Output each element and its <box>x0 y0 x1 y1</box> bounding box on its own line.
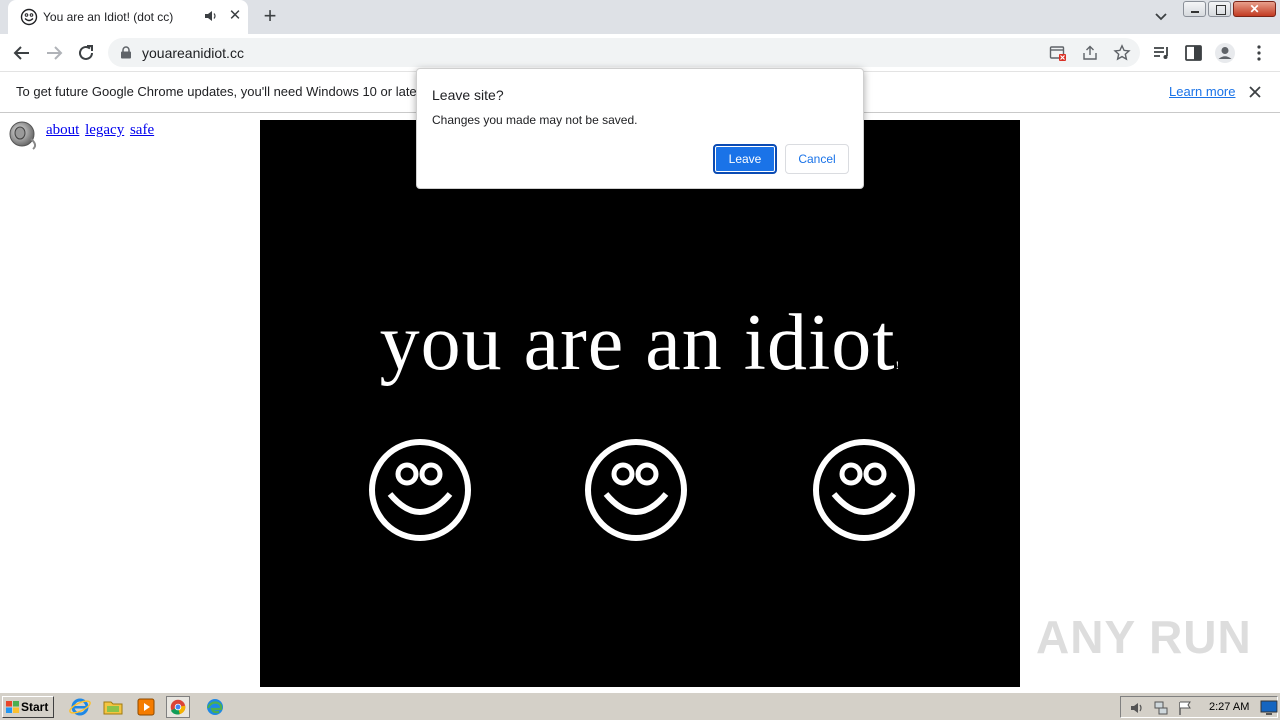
windows-logo-icon <box>6 701 19 713</box>
popup-blocked-icon[interactable] <box>1049 44 1067 62</box>
smiley-icon <box>369 439 471 541</box>
start-button[interactable]: Start <box>2 696 54 718</box>
window-minimize-button[interactable] <box>1183 1 1206 17</box>
smiley-icon <box>585 439 687 541</box>
flag-icon[interactable] <box>1177 700 1193 716</box>
page-content: about legacy safe you are an idiot! <box>0 114 1280 692</box>
learn-more-link[interactable]: Learn more <box>1169 84 1235 99</box>
tab-title: You are an Idiot! (dot cc) <box>43 10 174 24</box>
idiot-animation[interactable]: you are an idiot! <box>260 120 1020 687</box>
system-tray <box>1120 696 1278 718</box>
profile-avatar-icon[interactable] <box>1214 42 1236 64</box>
cancel-button[interactable]: Cancel <box>785 144 849 174</box>
headline-suffix: ! <box>895 358 901 372</box>
lock-icon[interactable] <box>120 46 132 59</box>
media-player-icon[interactable] <box>134 696 158 718</box>
dialog-message: Changes you made may not be saved. <box>432 113 638 127</box>
headline-text: you are an idiot <box>379 299 896 387</box>
file-explorer-icon[interactable] <box>101 696 125 718</box>
tab-close-icon[interactable]: ✕ <box>227 8 243 24</box>
speaker-icon[interactable] <box>7 119 41 151</box>
window-close-button[interactable]: ✕ <box>1233 1 1276 17</box>
url-text[interactable]: youareanidiot.cc <box>142 45 244 61</box>
safe-link[interactable]: safe <box>130 122 154 138</box>
reload-icon[interactable] <box>75 42 97 64</box>
tab-strip: You are an Idiot! (dot cc) ✕ + ✕ <box>0 0 1280 34</box>
media-control-icon[interactable] <box>1151 42 1173 64</box>
browser-toolbar: youareanidiot.cc <box>0 34 1280 72</box>
internet-explorer-icon[interactable] <box>68 696 92 718</box>
volume-icon[interactable] <box>1129 700 1145 716</box>
address-bar[interactable]: youareanidiot.cc <box>108 38 1140 67</box>
legacy-link[interactable]: legacy <box>85 122 124 138</box>
infobar-message: To get future Google Chrome updates, you… <box>16 84 424 99</box>
edge-icon[interactable] <box>203 696 227 718</box>
speaker-icon[interactable] <box>204 9 218 23</box>
taskbar: Start 2:27 AM <box>0 692 1280 720</box>
smiley-icon <box>20 8 38 26</box>
headline: you are an idiot! <box>260 298 1020 389</box>
window-maximize-button[interactable] <box>1208 1 1231 17</box>
kebab-menu-icon[interactable] <box>1248 42 1270 64</box>
side-panel-icon[interactable] <box>1183 42 1205 64</box>
clock[interactable]: 2:27 AM <box>1209 701 1249 713</box>
leave-button[interactable]: Leave <box>713 144 777 174</box>
browser-tab[interactable]: You are an Idiot! (dot cc) ✕ <box>8 0 248 34</box>
close-icon[interactable] <box>1246 83 1264 101</box>
star-icon[interactable] <box>1113 44 1131 62</box>
share-icon[interactable] <box>1081 44 1099 62</box>
about-link[interactable]: about <box>46 122 79 138</box>
start-label: Start <box>21 700 49 714</box>
forward-arrow-icon[interactable] <box>43 42 65 64</box>
leave-site-dialog: Leave site? Changes you made may not be … <box>416 68 864 189</box>
network-icon[interactable] <box>1153 700 1169 716</box>
dialog-title: Leave site? <box>432 87 504 103</box>
chevron-down-icon[interactable] <box>1151 8 1171 26</box>
anyrun-watermark: ANY RUN <box>1036 611 1252 663</box>
smiley-icon <box>813 439 915 541</box>
desktop-icon[interactable] <box>1260 699 1278 716</box>
page-links: about legacy safe <box>46 122 156 139</box>
new-tab-button[interactable]: + <box>258 4 282 28</box>
back-arrow-icon[interactable] <box>11 42 33 64</box>
chrome-icon[interactable] <box>166 696 190 718</box>
